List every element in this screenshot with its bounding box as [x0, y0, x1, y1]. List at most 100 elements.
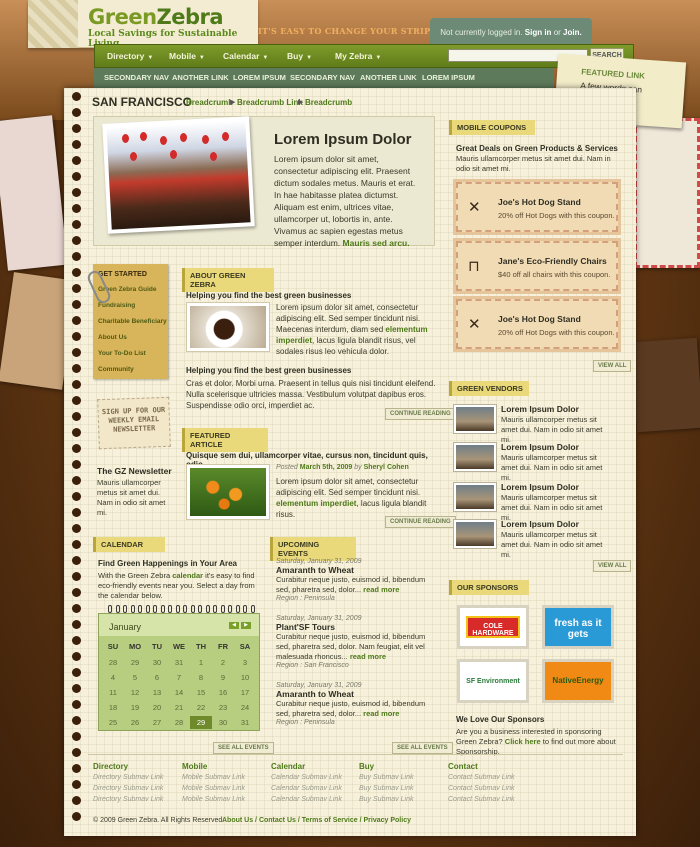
calendar-day[interactable]: 26: [124, 718, 146, 727]
oranges-thumb[interactable]: [186, 464, 270, 520]
event-title[interactable]: Plant'SF Tours: [276, 622, 440, 632]
subnav-item[interactable]: ANOTHER LINK: [172, 73, 229, 82]
vendor-title[interactable]: Lorem Ipsum Dolor: [501, 404, 579, 414]
next-month-icon[interactable]: ▶: [241, 622, 251, 629]
get-started-item[interactable]: Your To-Do List: [98, 350, 146, 357]
calendar-day[interactable]: 12: [124, 688, 146, 697]
footer-column-link[interactable]: Directory Submav Link: [93, 774, 163, 781]
calendar-day[interactable]: 21: [168, 703, 190, 712]
calendar-day[interactable]: 30: [212, 718, 234, 727]
article-author[interactable]: Sheryl Cohen: [364, 464, 409, 471]
footer-column-link[interactable]: Contact Submav Link: [448, 785, 515, 792]
calendar-day[interactable]: 18: [102, 703, 124, 712]
calendar-day[interactable]: 9: [212, 673, 234, 682]
nav-calendar[interactable]: Calendar ▼: [223, 51, 268, 61]
footer-column-link[interactable]: Calendar Submav Link: [271, 774, 342, 781]
footer-column-link[interactable]: Mobile Submav Link: [182, 774, 245, 781]
calendar-day[interactable]: 22: [190, 703, 212, 712]
breadcrumb-link[interactable]: Breadcrumb Link: [237, 98, 303, 107]
feature-link[interactable]: Mauris sed arcu.: [343, 238, 410, 248]
calendar-day[interactable]: 31: [168, 658, 190, 667]
calendar-day[interactable]: 15: [190, 688, 212, 697]
sign-in-link[interactable]: Sign in: [525, 28, 552, 37]
calendar-day[interactable]: 25: [102, 718, 124, 727]
calendar-day[interactable]: 8: [190, 673, 212, 682]
sponsor-logo-nativeenergy[interactable]: NativeEnergy: [542, 659, 614, 703]
calendar-day[interactable]: 6: [146, 673, 168, 682]
event-title[interactable]: Amaranth to Wheat: [276, 565, 440, 575]
footer-column-title[interactable]: Buy: [359, 762, 374, 771]
subnav-item[interactable]: LOREM IPSUM: [233, 73, 286, 82]
logo[interactable]: GreenZebra Local Savings for Sustainable…: [28, 0, 258, 49]
footer-column-link[interactable]: Contact Submav Link: [448, 796, 515, 803]
footer-column-link[interactable]: Directory Submav Link: [93, 785, 163, 792]
calendar-day[interactable]: 3: [234, 658, 256, 667]
footer-column-link[interactable]: Directory Submav Link: [93, 796, 163, 803]
prev-month-icon[interactable]: ◀: [229, 622, 239, 629]
calendar-day[interactable]: 4: [102, 673, 124, 682]
calendar-day[interactable]: 28: [102, 658, 124, 667]
calendar-day[interactable]: 24: [234, 703, 256, 712]
footer-link-contact[interactable]: Contact Us: [259, 817, 296, 824]
calendar-day[interactable]: 2: [212, 658, 234, 667]
sponsor-logo-sf-environment[interactable]: SF Environment: [457, 659, 529, 703]
continue-reading-button[interactable]: CONTINUE READING: [385, 408, 456, 420]
calendar-day[interactable]: 17: [234, 688, 256, 697]
calendar-day[interactable]: 10: [234, 673, 256, 682]
footer-column-link[interactable]: Mobile Submav Link: [182, 796, 245, 803]
footer-column-title[interactable]: Contact: [448, 762, 478, 771]
subnav-item[interactable]: LOREM IPSUM: [422, 73, 475, 82]
calendar-day[interactable]: 13: [146, 688, 168, 697]
calendar-day[interactable]: 7: [168, 673, 190, 682]
nav-my-zebra[interactable]: My Zebra ▼: [335, 51, 381, 61]
footer-link-terms[interactable]: Terms of Service: [302, 817, 358, 824]
calendar-day[interactable]: 19: [124, 703, 146, 712]
coupon-card[interactable]: ✕ Joe's Hot Dog Stand 20% off Hot Dogs w…: [453, 179, 621, 235]
footer-column-link[interactable]: Contact Submav Link: [448, 774, 515, 781]
see-all-events-button[interactable]: SEE ALL EVENTS: [392, 742, 453, 754]
vendor-thumb[interactable]: [454, 405, 496, 433]
article-link[interactable]: elementum imperdiet: [276, 499, 356, 508]
footer-column-link[interactable]: Buy Submav Link: [359, 774, 413, 781]
vendor-thumb[interactable]: [454, 483, 496, 511]
view-all-button[interactable]: VIEW ALL: [593, 560, 632, 572]
footer-column-link[interactable]: Calendar Submav Link: [271, 785, 342, 792]
coffee-thumb[interactable]: [186, 302, 270, 352]
nav-directory[interactable]: Directory ▼: [107, 51, 153, 61]
footer-link-privacy[interactable]: Privacy Policy: [364, 817, 411, 824]
vendor-thumb[interactable]: [454, 443, 496, 471]
footer-column-title[interactable]: Calendar: [271, 762, 305, 771]
footer-link-about[interactable]: About Us: [222, 817, 253, 824]
event-title[interactable]: Amaranth to Wheat: [276, 689, 440, 699]
sponsor-logo-fresh[interactable]: fresh as it gets: [542, 605, 614, 649]
calendar-day[interactable]: 16: [212, 688, 234, 697]
see-all-events-button[interactable]: SEE ALL EVENTS: [213, 742, 274, 754]
read-more-link[interactable]: read more: [363, 709, 399, 718]
footer-column-link[interactable]: Mobile Submav Link: [182, 785, 245, 792]
newsletter-signup-stamp[interactable]: SIGN UP FOR OUR WEEKLY EMAIL NEWSLETTER: [97, 396, 171, 450]
footer-column-link[interactable]: Buy Submav Link: [359, 785, 413, 792]
vendor-title[interactable]: Lorem Ipsum Dolor: [501, 519, 579, 529]
read-more-link[interactable]: read more: [363, 585, 399, 594]
calendar-day[interactable]: 1: [190, 658, 212, 667]
subnav-item[interactable]: SECONDARY NAV: [290, 73, 355, 82]
nav-buy[interactable]: Buy ▼: [287, 51, 312, 61]
subnav-item[interactable]: ANOTHER LINK: [360, 73, 417, 82]
read-more-link[interactable]: read more: [350, 652, 386, 661]
vendor-title[interactable]: Lorem Ipsum Dolor: [501, 442, 579, 452]
get-started-item[interactable]: Community: [98, 366, 134, 373]
footer-column-link[interactable]: Calendar Submav Link: [271, 796, 342, 803]
footer-column-title[interactable]: Directory: [93, 762, 128, 771]
get-started-item[interactable]: About Us: [98, 334, 127, 341]
calendar-day[interactable]: 27: [146, 718, 168, 727]
subnav-item[interactable]: SECONDARY NAV: [104, 73, 169, 82]
footer-column-link[interactable]: Buy Submav Link: [359, 796, 413, 803]
coupon-card[interactable]: ⊓ Jane's Eco-Friendly Chairs $40 off all…: [453, 238, 621, 294]
breadcrumb-link[interactable]: Breadcrumb: [186, 98, 233, 107]
breadcrumb-link[interactable]: Breadcrumb: [305, 98, 352, 107]
calendar-day[interactable]: 20: [146, 703, 168, 712]
continue-reading-button[interactable]: CONTINUE READING: [385, 516, 456, 528]
coupon-card[interactable]: ✕ Joe's Hot Dog Stand 20% off Hot Dogs w…: [453, 296, 621, 352]
calendar-day[interactable]: 31: [234, 718, 256, 727]
calendar-day[interactable]: 5: [124, 673, 146, 682]
